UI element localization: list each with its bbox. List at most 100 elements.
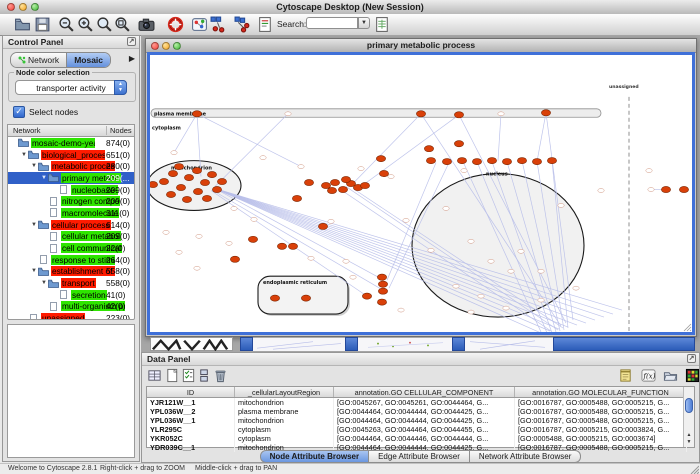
network-node-small[interactable] (298, 165, 304, 169)
network-node[interactable] (192, 111, 201, 117)
network-canvas[interactable]: plasma membrane cytoplasm mitochondrion … (147, 52, 695, 335)
background-window-fragment-2[interactable] (240, 337, 253, 351)
network-node[interactable] (487, 158, 496, 164)
select-nodes-checkbox[interactable]: ✓ (13, 106, 25, 118)
network-node[interactable] (166, 191, 175, 197)
network-node[interactable] (679, 186, 688, 192)
network-node[interactable] (301, 295, 310, 301)
network-node-small[interactable] (328, 219, 334, 223)
tree-row[interactable]: ▼metabolic process280(0) (8, 160, 134, 172)
tree-row[interactable]: mosaic-demo-yeast874(0) (8, 137, 134, 149)
expand-triangle-icon[interactable]: ▼ (30, 163, 38, 169)
expand-triangle-icon[interactable]: ▼ (40, 175, 48, 181)
float-panel-icon[interactable]: ↗ (127, 37, 136, 46)
layout-icon-b[interactable] (234, 16, 251, 33)
background-window-fragment-1[interactable] (150, 337, 233, 351)
background-window-fragment-6[interactable] (452, 337, 465, 351)
network-node-small[interactable] (285, 112, 291, 116)
network-node-small[interactable] (403, 218, 409, 222)
tree-row[interactable]: secretion41(0) (8, 289, 134, 301)
network-node[interactable] (217, 178, 226, 184)
import-folder-icon[interactable] (663, 368, 678, 383)
network-node-small[interactable] (518, 249, 524, 253)
network-node-small[interactable] (196, 234, 202, 238)
table-row[interactable]: YLR295Ccytoplasm[GO:0045263, GO:0044464,… (147, 425, 687, 434)
network-node[interactable] (378, 288, 387, 294)
function-builder-icon[interactable]: f(x) (641, 368, 656, 383)
network-node-small[interactable] (488, 259, 494, 263)
network-node-small[interactable] (231, 206, 237, 210)
network-node-small[interactable] (468, 310, 474, 314)
network-node-small[interactable] (498, 112, 504, 116)
attribute-checklist-icon[interactable] (181, 368, 196, 383)
network-node[interactable] (454, 141, 463, 147)
network-node-small[interactable] (428, 248, 434, 252)
help-lifering-icon[interactable] (167, 16, 184, 33)
background-window-fragment-7[interactable] (465, 337, 553, 351)
background-window-fragment-4[interactable] (345, 337, 358, 351)
birds-eye-view[interactable] (7, 324, 135, 458)
network-node[interactable] (532, 159, 541, 165)
select-attributes-icon[interactable] (147, 368, 162, 383)
network-node[interactable] (360, 182, 369, 188)
expand-triangle-icon[interactable]: ▼ (30, 268, 38, 274)
network-node-small[interactable] (163, 230, 169, 234)
network-node[interactable] (442, 159, 451, 165)
network-node-small[interactable] (598, 189, 604, 193)
network-node[interactable] (378, 281, 387, 287)
background-window-fragment-3[interactable] (253, 337, 345, 351)
open-session-icon[interactable] (14, 16, 31, 33)
combobox-stepper-icon[interactable]: ▲▼ (114, 80, 127, 95)
network-node[interactable] (304, 179, 313, 185)
tree-row[interactable]: nitrogen compo209(0) (8, 195, 134, 207)
tree-row[interactable]: ▼biological_process651(0) (8, 149, 134, 161)
tree-row[interactable]: multi-organism pro42(0) (8, 301, 134, 313)
network-node-small[interactable] (538, 298, 544, 302)
network-node-small[interactable] (388, 175, 394, 179)
network-node[interactable] (416, 111, 425, 117)
network-node[interactable] (377, 274, 386, 280)
network-node[interactable] (379, 170, 388, 176)
tab-mosaic[interactable]: Mosaic (66, 53, 110, 67)
network-node[interactable] (330, 179, 339, 185)
expand-triangle-icon[interactable]: ▼ (20, 152, 28, 158)
scrollbar-arrows-icon[interactable]: ▲▼ (684, 432, 694, 446)
import-table-icon[interactable] (374, 16, 391, 33)
network-node-small[interactable] (468, 239, 474, 243)
network-node[interactable] (547, 158, 556, 164)
network-node-small[interactable] (648, 188, 654, 192)
network-node-small[interactable] (398, 308, 404, 312)
network-node[interactable] (184, 174, 193, 180)
window-resize-grip[interactable] (690, 465, 699, 474)
network-node-small[interactable] (538, 269, 544, 273)
table-column-header[interactable]: ID (147, 387, 235, 398)
tree-row[interactable]: ▼cellular process614(0) (8, 219, 134, 231)
unified-view-icon[interactable] (197, 368, 212, 383)
network-node[interactable] (150, 181, 158, 187)
tab-overflow-arrow-icon[interactable]: ▶ (129, 54, 135, 63)
tree-row[interactable]: nucleobase-209(0) (8, 184, 134, 196)
network-node[interactable] (318, 223, 327, 229)
table-row[interactable]: YPL036W__1mitochondrion[GO:0044464, GO:0… (147, 416, 687, 425)
table-column-header[interactable]: annotation.GO MOLECULAR_FUNCTION (515, 387, 687, 398)
background-window-fragment-8[interactable] (553, 337, 695, 351)
zoom-out-icon[interactable] (58, 16, 75, 33)
table-column-header[interactable]: _cellularLayoutRegion (235, 387, 334, 398)
network-window-titlebar[interactable]: primary metabolic process (146, 39, 696, 53)
network-node-small[interactable] (478, 294, 484, 298)
search-dropdown-arrow-icon[interactable]: ▼ (358, 17, 370, 29)
network-node-small[interactable] (194, 266, 200, 270)
network-node[interactable] (541, 110, 550, 116)
network-node[interactable] (176, 184, 185, 190)
snapshot-camera-icon[interactable] (138, 16, 155, 33)
annotation-icon[interactable] (257, 16, 274, 33)
matrix-icon[interactable] (685, 368, 700, 383)
network-node[interactable] (288, 243, 297, 249)
tree-column-network[interactable]: Network (13, 126, 41, 135)
network-node-small[interactable] (453, 284, 459, 288)
tree-row[interactable]: unassigned223(0) (8, 312, 134, 320)
network-node[interactable] (377, 299, 386, 305)
network-node[interactable] (426, 158, 435, 164)
tab-edge-attribute-browser[interactable]: Edge Attribute Browser (369, 450, 470, 463)
zoom-fit-icon[interactable] (114, 16, 131, 33)
